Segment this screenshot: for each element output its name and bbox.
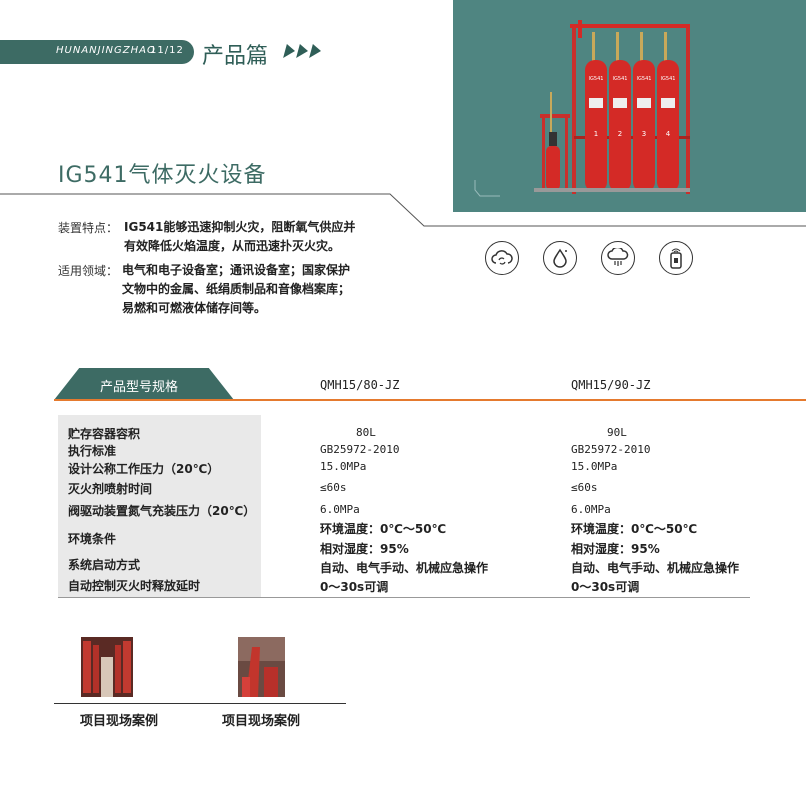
- application-scope-label: 适用领域：: [58, 264, 119, 278]
- cylinder: IG541 4: [657, 60, 679, 192]
- device-features-line2: 有效降低火焰温度，从而迅速扑灭火灾。: [124, 239, 341, 253]
- cylinder-label: IG541: [661, 76, 676, 82]
- spec-cell: 环境温度：0℃～50℃: [571, 522, 698, 536]
- case-photo-2: [238, 637, 285, 697]
- spec-cell: 0～30s可调: [320, 580, 389, 594]
- spec-cell: 环境温度：0℃～50℃: [320, 522, 447, 536]
- cloud-sync-icon: [485, 241, 519, 275]
- case-caption-2: 项目现场案例: [222, 714, 301, 729]
- model-header-1: QMH15/80-JZ: [320, 378, 400, 392]
- case-caption-1: 项目现场案例: [80, 714, 159, 729]
- spec-cell: 相对湿度：95%: [571, 542, 660, 556]
- spec-cell: 15.0MPa: [571, 460, 618, 473]
- spec-cell: 相对湿度：95%: [320, 542, 409, 556]
- case-photo-1: [81, 637, 133, 697]
- spec-cell: 80L: [356, 426, 376, 439]
- application-scope-line1: 电气和电子设备室；通讯设备室；国家保护: [122, 263, 351, 277]
- cylinder-label: IG541: [589, 76, 604, 82]
- spec-row-label: 执行标准: [68, 444, 117, 458]
- spec-row-label: 灭火剂喷射时间: [68, 482, 153, 496]
- cylinder-label: IG541: [637, 76, 652, 82]
- spec-cell: 15.0MPa: [320, 460, 367, 473]
- spec-cell: 90L: [607, 426, 627, 439]
- cylinder: IG541 2: [609, 60, 631, 192]
- cloud-rain-icon: [601, 241, 635, 275]
- device-features-label: 装置特点：: [58, 221, 119, 235]
- section-title: 产品篇: [202, 44, 269, 69]
- spec-header-rule: [54, 399, 806, 401]
- spec-cell: ≤60s: [571, 481, 598, 494]
- spec-cell: GB25972-2010: [571, 443, 651, 456]
- cylinder-number: 3: [642, 130, 646, 138]
- spec-row-label: 环境条件: [68, 532, 117, 546]
- spec-row-label: 阀驱动装置氮气充装压力（20℃）: [68, 504, 256, 518]
- decorative-lines: [0, 180, 806, 227]
- spec-row-label: 自动控制灭火时释放延时: [68, 579, 201, 593]
- spec-cell: 6.0MPa: [320, 503, 360, 516]
- cylinder-number: 1: [594, 130, 598, 138]
- model-header-2: QMH15/90-JZ: [571, 378, 651, 392]
- cylinder-number: 4: [666, 130, 671, 138]
- spec-tab-label: 产品型号规格: [100, 380, 179, 395]
- spec-row-label: 系统启动方式: [68, 558, 141, 572]
- case-divider: [54, 703, 346, 704]
- application-scope-line3: 易燃和可燃液体储存间等。: [122, 301, 267, 315]
- device-features-line1: IG541能够迅速抑制火灾，阻断氧气供应并: [124, 220, 356, 234]
- page-number: 11/12: [150, 45, 184, 56]
- cylinder-label: IG541: [613, 76, 628, 82]
- spec-cell: 自动、电气手动、机械应急操作: [571, 561, 740, 575]
- cylinder: IG541 3: [633, 60, 655, 192]
- spec-cell: ≤60s: [320, 481, 347, 494]
- spec-cell: 自动、电气手动、机械应急操作: [320, 561, 489, 575]
- triple-arrow-icon: [283, 43, 324, 62]
- product-title: IG541气体灭火设备: [58, 163, 267, 188]
- spec-cell: GB25972-2010: [320, 443, 400, 456]
- spec-cell: 0～30s可调: [571, 580, 640, 594]
- cylinder-number: 2: [618, 130, 622, 138]
- spec-cell: 6.0MPa: [571, 503, 611, 516]
- cylinder: IG541 1: [585, 60, 607, 192]
- product-image: IG541 1 IG541 2 IG541 3 IG541 4: [534, 20, 690, 194]
- table-bottom-rule: [58, 597, 750, 598]
- water-drop-icon: [543, 241, 577, 275]
- smart-device-icon: [659, 241, 693, 275]
- spec-row-label: 设计公称工作压力（20℃）: [68, 462, 220, 476]
- spec-row-label: 贮存容器容积: [68, 427, 141, 441]
- brand-text: HUNANJINGZHAO: [56, 45, 156, 56]
- application-scope-line2: 文物中的金属、纸绢质制品和音像档案库；: [122, 282, 351, 296]
